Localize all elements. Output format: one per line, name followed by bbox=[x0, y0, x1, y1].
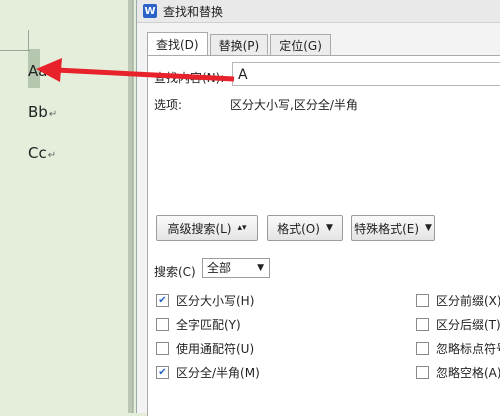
doc-line-2[interactable]: Bb↵ bbox=[28, 103, 57, 121]
paragraph-mark-icon: ↵ bbox=[48, 68, 57, 79]
checkbox-label: 使用通配符(U) bbox=[176, 342, 255, 356]
checkbox-match-prefix[interactable]: 区分前缀(X) bbox=[416, 292, 500, 309]
checkbox-label: 区分大小写(H) bbox=[176, 294, 255, 308]
chevron-down-icon: ▼ bbox=[425, 223, 432, 233]
search-scope-select[interactable]: 全部 ▼ bbox=[202, 258, 270, 278]
checkbox-unchecked-icon bbox=[156, 318, 169, 331]
checkbox-match-suffix[interactable]: 区分后缀(T) bbox=[416, 316, 500, 333]
doc-line-text: Cc bbox=[28, 144, 47, 162]
special-format-label: 特殊格式(E) bbox=[354, 221, 420, 236]
tab-bar: 查找(D) 替换(P) 定位(G) bbox=[147, 32, 333, 55]
checkbox-label: 区分后缀(T) bbox=[436, 318, 500, 332]
checkbox-checked-icon: ✔ bbox=[156, 366, 169, 379]
checkbox-ignore-punctuation[interactable]: 忽略标点符号 bbox=[416, 340, 500, 357]
paragraph-mark-icon: ↵ bbox=[47, 150, 57, 161]
window-divider bbox=[128, 0, 134, 413]
paragraph-mark-icon: ↵ bbox=[48, 109, 58, 120]
checkbox-ignore-spaces[interactable]: 忽略空格(A) bbox=[416, 364, 500, 381]
checkbox-unchecked-icon bbox=[416, 318, 429, 331]
format-button[interactable]: 格式(O) ▼ bbox=[267, 215, 343, 241]
crop-mark-horizontal bbox=[0, 50, 30, 51]
doc-line-text: Bb bbox=[28, 103, 48, 121]
doc-line-1[interactable]: Aa↵ bbox=[28, 62, 57, 80]
collapse-toggle-icon: ▴▾ bbox=[237, 223, 247, 233]
checkbox-label: 区分全/半角(M) bbox=[176, 366, 260, 380]
find-what-input[interactable]: A bbox=[232, 62, 500, 86]
dialog-titlebar[interactable]: W 查找和替换 bbox=[137, 0, 500, 23]
checkbox-match-case[interactable]: ✔ 区分大小写(H) bbox=[156, 292, 254, 309]
tab-find[interactable]: 查找(D) bbox=[147, 32, 208, 55]
checkbox-unchecked-icon bbox=[416, 342, 429, 355]
search-scope-value: 全部 bbox=[207, 261, 232, 275]
checkbox-label: 忽略空格(A) bbox=[436, 366, 500, 380]
find-replace-dialog: W 查找和替换 查找(D) 替换(P) 定位(G) 查找内容(N): A 选项:… bbox=[136, 0, 500, 416]
search-scope-label: 搜索(C) bbox=[154, 265, 196, 279]
doc-line-text: Aa bbox=[28, 62, 48, 80]
crop-mark-vertical bbox=[28, 30, 29, 51]
checkbox-unchecked-icon bbox=[156, 342, 169, 355]
checkbox-wildcards[interactable]: 使用通配符(U) bbox=[156, 340, 254, 357]
document-canvas[interactable]: Aa↵ Bb↵ Cc↵ bbox=[0, 0, 134, 413]
find-what-label: 查找内容(N): bbox=[154, 71, 225, 85]
options-summary: 区分大小写,区分全/半角 bbox=[230, 98, 358, 112]
chevron-down-icon: ▼ bbox=[325, 223, 333, 233]
doc-line-3[interactable]: Cc↵ bbox=[28, 144, 56, 162]
tab-goto[interactable]: 定位(G) bbox=[270, 34, 331, 55]
special-format-button[interactable]: 特殊格式(E) ▼ bbox=[351, 215, 435, 241]
checkbox-label: 区分前缀(X) bbox=[436, 294, 500, 308]
checkbox-checked-icon: ✔ bbox=[156, 294, 169, 307]
advanced-search-button[interactable]: 高级搜索(L) ▴▾ bbox=[156, 215, 258, 241]
checkbox-unchecked-icon bbox=[416, 366, 429, 379]
find-panel: 查找内容(N): A 选项: 区分大小写,区分全/半角 高级搜索(L) ▴▾ 格式… bbox=[147, 55, 500, 416]
checkbox-match-width[interactable]: ✔ 区分全/半角(M) bbox=[156, 364, 260, 381]
tab-replace[interactable]: 替换(P) bbox=[209, 34, 269, 55]
chevron-down-icon: ▼ bbox=[257, 263, 264, 273]
checkbox-label: 全字匹配(Y) bbox=[176, 318, 241, 332]
checkbox-unchecked-icon bbox=[416, 294, 429, 307]
wps-app-icon: W bbox=[143, 4, 157, 18]
checkbox-label: 忽略标点符号 bbox=[436, 342, 500, 356]
advanced-search-label: 高级搜索(L) bbox=[167, 221, 232, 236]
format-label: 格式(O) bbox=[277, 221, 320, 236]
dialog-title: 查找和替换 bbox=[163, 4, 224, 19]
checkbox-whole-word[interactable]: 全字匹配(Y) bbox=[156, 316, 241, 333]
options-label: 选项: bbox=[154, 98, 183, 112]
